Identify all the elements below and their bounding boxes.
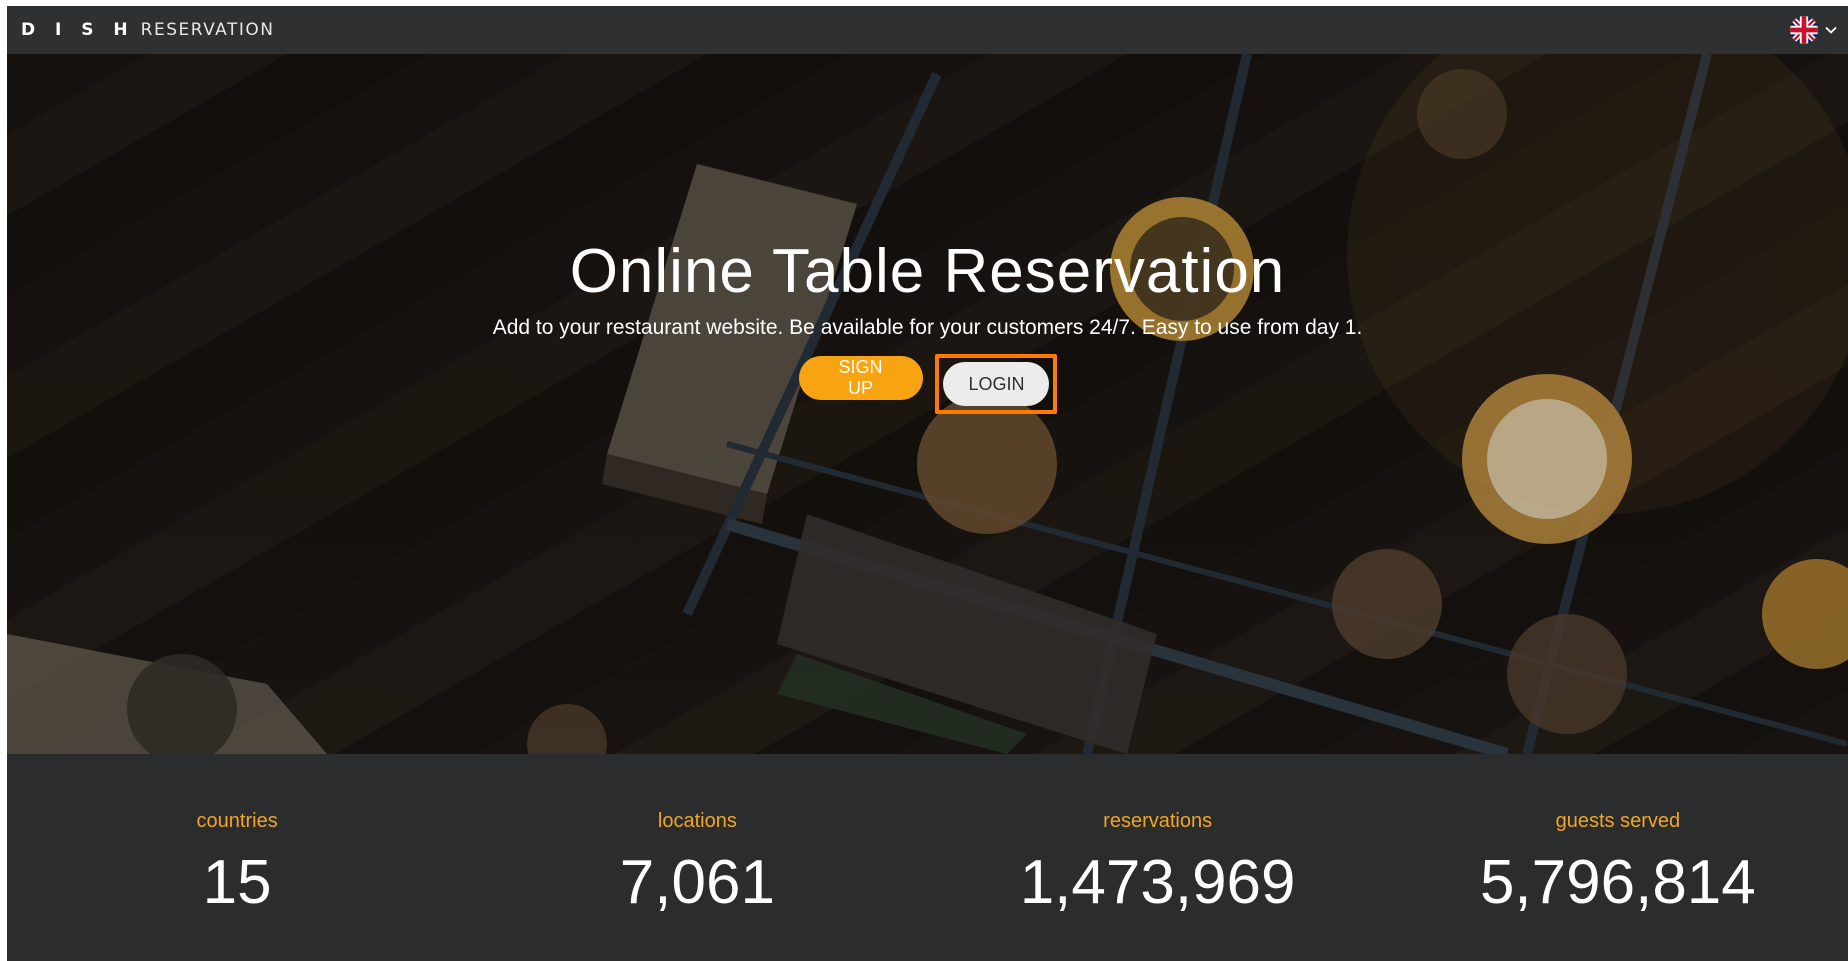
uk-flag-icon (1790, 16, 1818, 44)
brand-reservation-text: RESERVATION (140, 20, 275, 40)
stat-value: 15 (202, 848, 272, 917)
hero-section: Online Table Reservation Add to your res… (7, 54, 1848, 754)
brand-logo[interactable]: D I S H RESERVATION (21, 20, 275, 40)
stat-label: reservations (1103, 810, 1213, 832)
stat-guests-served: guests served 5,796,814 (1388, 754, 1848, 961)
sign-up-button[interactable]: SIGN UP (798, 356, 923, 400)
hero-actions: SIGN UP LOGIN (7, 354, 1848, 414)
hero-subtitle: Add to your restaurant website. Be avail… (492, 316, 1363, 339)
login-button[interactable]: LOGIN (942, 362, 1049, 406)
stat-label: countries (196, 810, 278, 832)
stat-value: 7,061 (619, 848, 775, 917)
login-button-highlight: LOGIN (934, 354, 1057, 414)
stat-value: 1,473,969 (1019, 848, 1296, 917)
chevron-down-icon (1825, 26, 1837, 34)
stats-section: countries 15 locations 7,061 reservation… (7, 754, 1848, 961)
language-selector[interactable] (1790, 16, 1838, 44)
hero-title: Online Table Reservation (569, 237, 1286, 306)
stat-countries: countries 15 (7, 754, 467, 961)
stat-value: 5,796,814 (1479, 848, 1756, 917)
stat-locations: locations 7,061 (467, 754, 927, 961)
stat-label: locations (657, 810, 737, 832)
stat-label: guests served (1555, 810, 1681, 832)
top-navbar: D I S H RESERVATION (7, 6, 1848, 55)
brand-dish-text: D I S H (21, 20, 135, 40)
page-frame: D I S H RESERVATION Online Table Reserva… (7, 6, 1848, 961)
stat-reservations: reservations 1,473,969 (928, 754, 1388, 961)
